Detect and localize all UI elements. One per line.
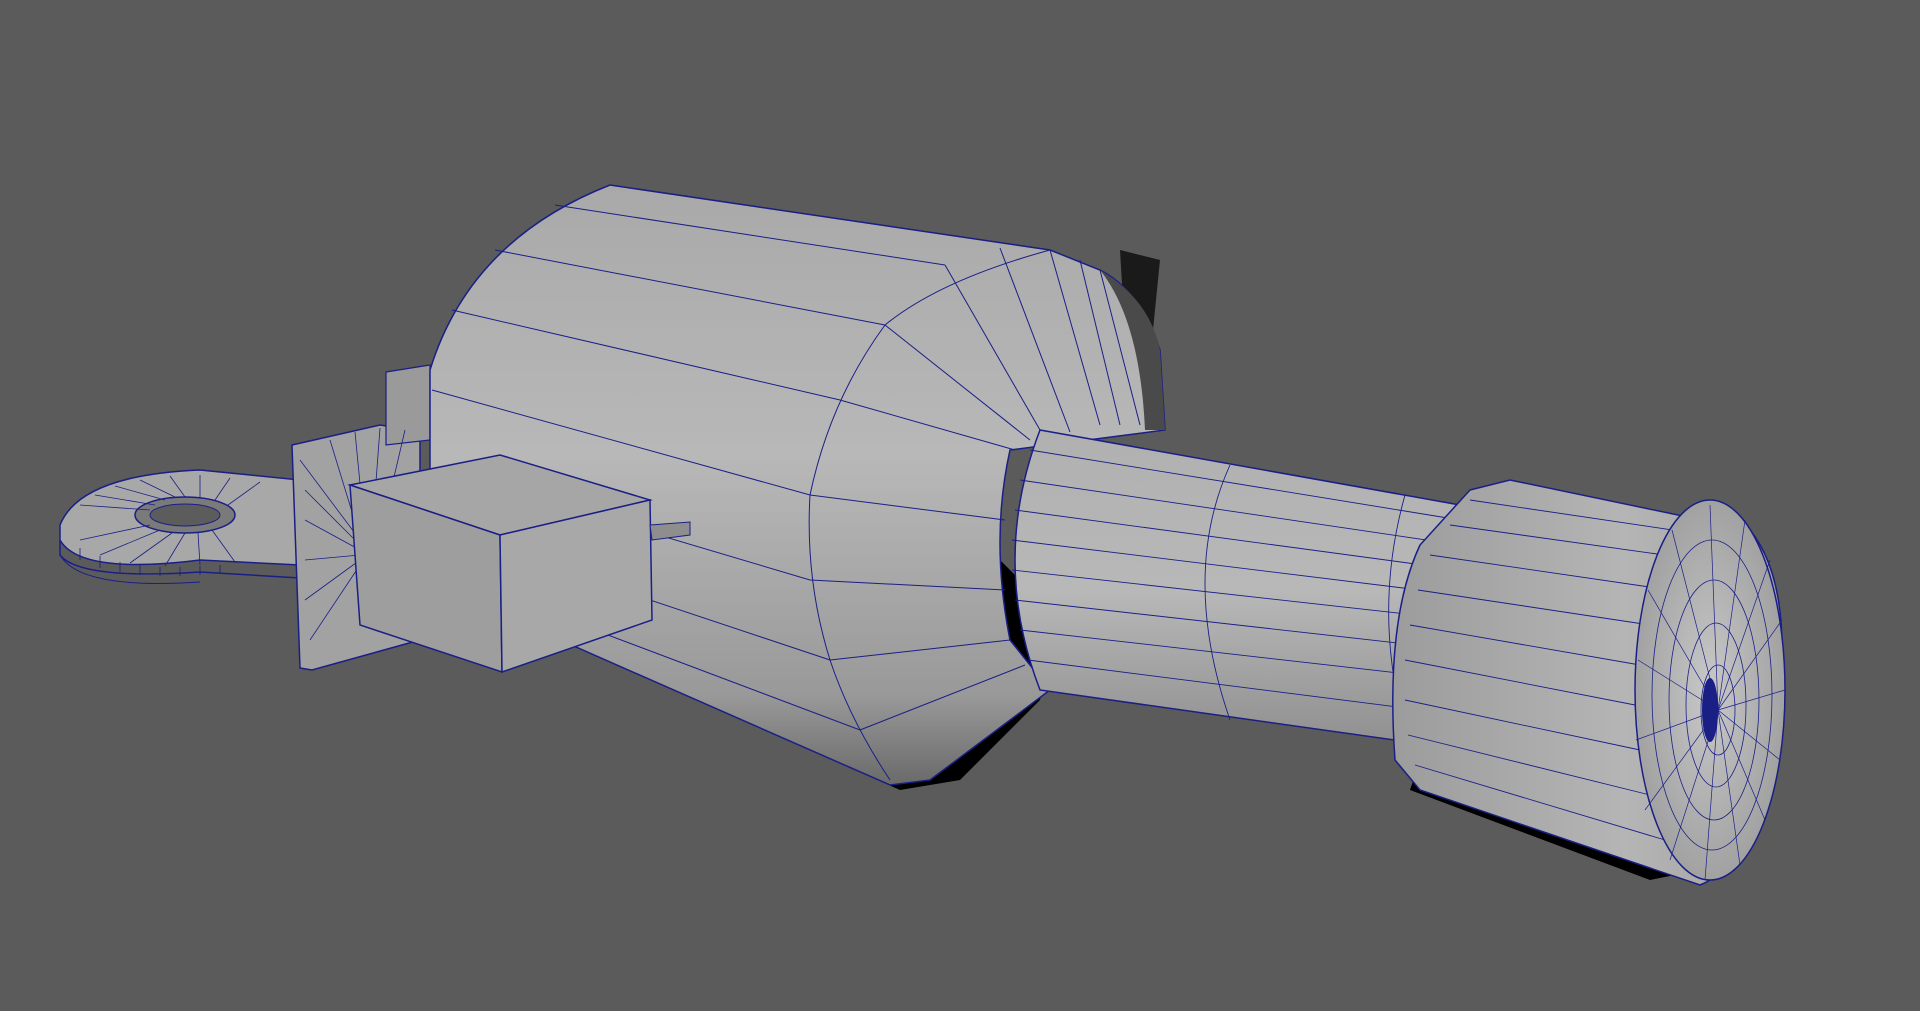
viewport-canvas[interactable] [0,0,1920,1011]
3d-viewport[interactable] [0,0,1920,1011]
ring-mount[interactable] [59,469,301,584]
end-cap[interactable] [1392,479,1786,886]
